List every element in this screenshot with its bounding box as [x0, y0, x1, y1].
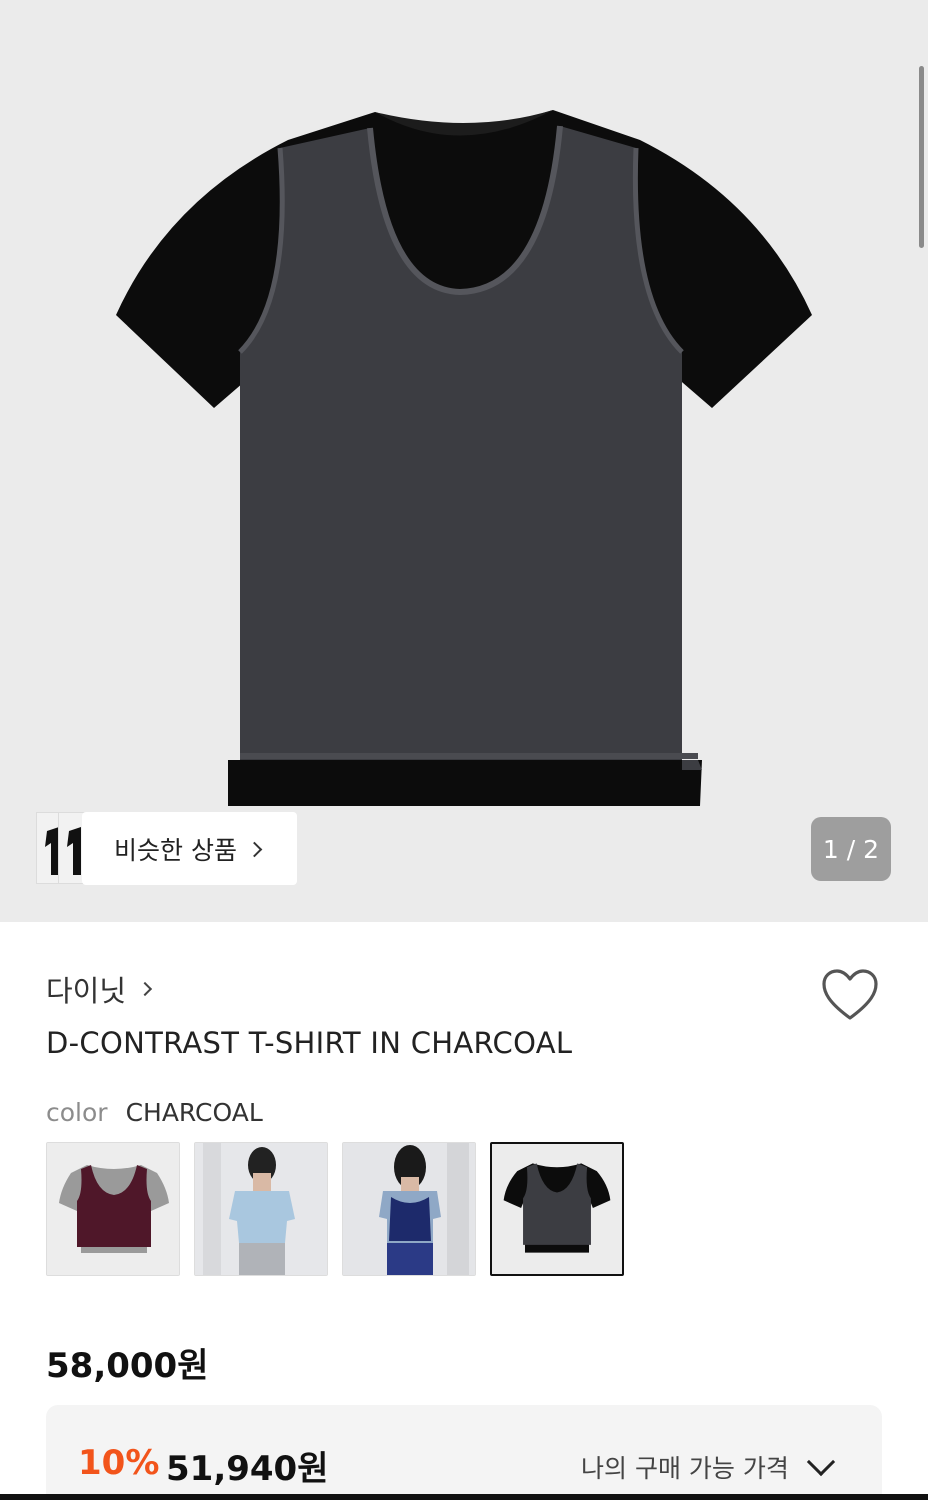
bottom-edge-bar [0, 1494, 928, 1500]
discount-percent: 10% [78, 1443, 160, 1483]
brand-name: 다이닛 [46, 974, 127, 1008]
color-label: color [46, 1098, 108, 1127]
burgundy-grey-swatch[interactable] [46, 1142, 180, 1276]
similar-products-button[interactable]: 비슷한 상품 [82, 812, 297, 885]
color-swatches [46, 1142, 624, 1276]
my-purchase-price-label: 나의 구매 가능 가격 [581, 1454, 789, 1483]
color-row: color CHARCOAL [46, 1098, 263, 1127]
model-light-blue-swatch[interactable] [194, 1142, 328, 1276]
page-indicator-text: 1 / 2 [822, 834, 880, 864]
gallery-page-indicator: 1 / 2 [811, 817, 891, 881]
original-price: 58,000원 [46, 1346, 209, 1386]
similar-products-label: 비슷한 상품 [114, 835, 237, 865]
wishlist-button[interactable] [820, 968, 880, 1024]
chevron-right-icon [246, 841, 263, 858]
chevron-right-icon [137, 981, 153, 997]
discount-panel: 10% 51,940원 나의 구매 가능 가격 [46, 1405, 882, 1500]
model-navy-swatch[interactable] [342, 1142, 476, 1276]
chevron-down-icon [806, 1447, 835, 1477]
product-image-gallery[interactable]: 비슷한 상품 1 / 2 [0, 0, 928, 922]
brand-link[interactable]: 다이닛 [46, 968, 153, 1010]
product-main-image [116, 110, 812, 806]
product-title: D-CONTRAST T-SHIRT IN CHARCOAL [46, 1026, 573, 1060]
color-value: CHARCOAL [125, 1098, 263, 1127]
heart-outline-icon [822, 969, 878, 1020]
charcoal-black-swatch[interactable] [490, 1142, 624, 1276]
discount-price: 51,940원 [166, 1449, 329, 1489]
my-purchase-price-toggle[interactable]: 나의 구매 가능 가격 [581, 1447, 835, 1485]
page-scrollbar[interactable] [919, 66, 924, 248]
